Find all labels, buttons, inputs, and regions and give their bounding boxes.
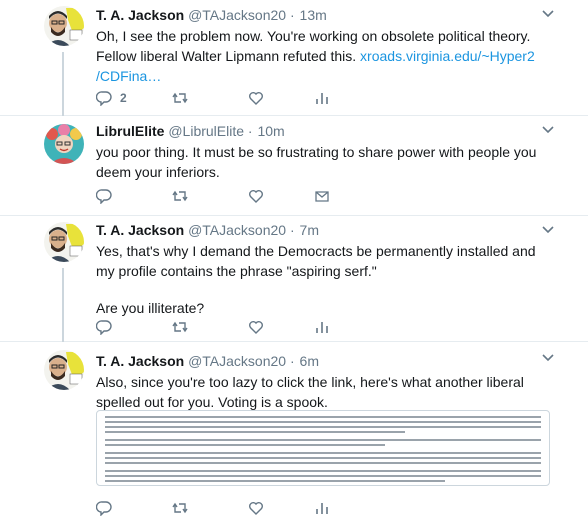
text-scan-line — [105, 439, 541, 441]
retweet-icon — [172, 190, 188, 202]
tweet[interactable]: T. A. Jackson @TAJackson20 · 7m Yes, tha… — [0, 216, 588, 342]
analytics-button[interactable] — [314, 500, 330, 516]
tweet-text-line: you poor thing. It must be so frustratin… — [96, 144, 537, 160]
reply-icon — [96, 501, 112, 516]
chevron-down-icon[interactable] — [542, 354, 554, 362]
retweet-icon — [172, 502, 188, 514]
user-handle[interactable]: @LibrulElite — [168, 123, 244, 139]
text-scan-line — [105, 462, 541, 464]
tweet-text: you poor thing. It must be so frustratin… — [96, 142, 564, 182]
retweet-button[interactable] — [172, 90, 196, 106]
tweet-text: Also, since you're too lazy to click the… — [96, 372, 564, 412]
analytics-icon — [316, 93, 328, 104]
reply-button[interactable] — [96, 319, 120, 335]
tweet-text: Yes, that's why I demand the Democracts … — [96, 241, 564, 318]
text-scan-line — [105, 416, 541, 418]
retweet-button[interactable] — [172, 500, 196, 516]
timestamp[interactable]: 6m — [300, 353, 319, 369]
avatar-image — [44, 222, 84, 262]
display-name[interactable]: T. A. Jackson — [96, 7, 184, 23]
like-button[interactable] — [248, 188, 272, 204]
envelope-icon — [315, 191, 329, 202]
separator-dot: · — [289, 7, 295, 23]
user-handle[interactable]: @TAJackson20 — [188, 353, 286, 369]
chevron-down-icon[interactable] — [542, 226, 554, 234]
text-scan-line — [105, 421, 541, 423]
analytics-icon — [316, 503, 328, 514]
avatar-image — [44, 350, 84, 390]
text-scan-line — [105, 444, 385, 446]
timestamp[interactable]: 10m — [257, 123, 284, 139]
like-button[interactable] — [248, 319, 272, 335]
reply-count: 2 — [120, 91, 127, 105]
tweet-text-line: spelled out for you. Voting is a spook. — [96, 394, 328, 410]
reply-button[interactable] — [96, 500, 120, 516]
attached-image[interactable] — [96, 410, 550, 486]
reply-icon — [96, 91, 112, 106]
thread-line — [62, 52, 64, 116]
thread-line — [62, 268, 64, 342]
display-name[interactable]: LibrulElite — [96, 123, 164, 139]
timestamp[interactable]: 7m — [300, 222, 319, 238]
display-name[interactable]: T. A. Jackson — [96, 222, 184, 238]
like-button[interactable] — [248, 90, 272, 106]
tweet-text-line: Yes, that's why I demand the Democracts … — [96, 243, 536, 259]
text-scan-line — [105, 457, 541, 459]
tweet-text: Oh, I see the problem now. You're workin… — [96, 26, 564, 86]
text-scan-line — [105, 480, 445, 482]
tweet-text-line: my profile contains the phrase "aspiring… — [96, 263, 377, 279]
avatar[interactable] — [44, 6, 84, 46]
timestamp[interactable]: 13m — [300, 7, 327, 23]
tweet-text-line: deem your inferiors. — [96, 164, 220, 180]
avatar-image — [44, 124, 84, 164]
text-scan-line — [105, 431, 405, 433]
analytics-icon — [316, 322, 328, 333]
tweet-text-line: Oh, I see the problem now. You're workin… — [96, 28, 531, 44]
user-handle[interactable]: @TAJackson20 — [188, 222, 286, 238]
reply-button[interactable]: 2 — [96, 90, 127, 106]
direct-message-button[interactable] — [314, 188, 330, 204]
text-scan-line — [105, 452, 541, 454]
user-handle[interactable]: @TAJackson20 — [188, 7, 286, 23]
text-scan-line — [105, 475, 541, 477]
separator-dot: · — [289, 222, 295, 238]
text-scan-line — [105, 470, 541, 472]
avatar-image — [44, 6, 84, 46]
reply-button[interactable] — [96, 188, 120, 204]
heart-icon — [249, 321, 263, 334]
tweet-text-line: Also, since you're too lazy to click the… — [96, 374, 524, 390]
display-name[interactable]: T. A. Jackson — [96, 353, 184, 369]
heart-icon — [249, 502, 263, 515]
retweet-icon — [172, 92, 188, 104]
tweet-link-continued[interactable]: /CDFina… — [96, 68, 161, 84]
heart-icon — [249, 190, 263, 203]
analytics-button[interactable] — [314, 90, 330, 106]
tweet-thread: T. A. Jackson @TAJackson20 · 13m Oh, I s… — [0, 0, 588, 532]
tweet-text-line: Fellow liberal Walter Lipmann refuted th… — [96, 46, 564, 66]
separator-dot: · — [247, 123, 253, 139]
text-scan-line — [105, 426, 541, 428]
tweet-text-fragment: Fellow liberal Walter Lipmann refuted th… — [96, 48, 357, 64]
separator-dot: · — [289, 353, 295, 369]
tweet[interactable]: T. A. Jackson @TAJackson20 · 6m Also, si… — [0, 342, 588, 532]
like-button[interactable] — [248, 500, 272, 516]
retweet-button[interactable] — [172, 188, 196, 204]
analytics-button[interactable] — [314, 319, 330, 335]
tweet-text-line: Are you illiterate? — [96, 300, 205, 316]
reply-icon — [96, 189, 112, 204]
heart-icon — [249, 92, 263, 105]
avatar[interactable] — [44, 124, 84, 164]
tweet-link[interactable]: xroads.virginia.edu/~Hyper2 — [360, 48, 535, 64]
retweet-icon — [172, 321, 188, 333]
chevron-down-icon[interactable] — [542, 10, 554, 18]
avatar[interactable] — [44, 350, 84, 390]
avatar[interactable] — [44, 222, 84, 262]
reply-icon — [96, 320, 112, 335]
chevron-down-icon[interactable] — [542, 126, 554, 134]
tweet[interactable]: T. A. Jackson @TAJackson20 · 13m Oh, I s… — [0, 0, 588, 116]
retweet-button[interactable] — [172, 319, 196, 335]
tweet[interactable]: LibrulElite @LibrulElite · 10m you poor … — [0, 116, 588, 216]
